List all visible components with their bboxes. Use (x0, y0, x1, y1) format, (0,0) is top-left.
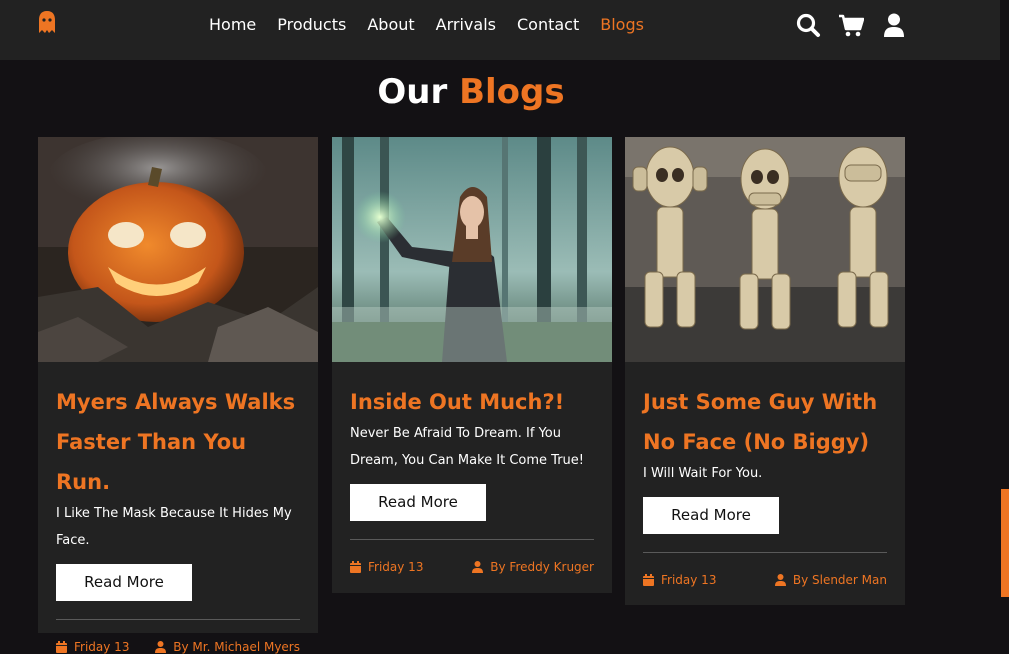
post-author: By Freddy Kruger (472, 560, 594, 574)
read-more-button[interactable]: Read More (56, 564, 192, 601)
main-nav: Home Products About Arrivals Contact Blo… (209, 15, 665, 35)
user-icon (155, 641, 167, 653)
nav-contact[interactable]: Contact (517, 15, 579, 35)
blog-card: Just Some Guy With No Face (No Biggy) I … (625, 137, 905, 605)
search-icon[interactable] (795, 12, 821, 38)
blog-card-meta: Friday 13 By Slender Man (643, 553, 887, 607)
nav-arrivals[interactable]: Arrivals (436, 15, 496, 35)
blog-card-excerpt: I Will Wait For You. (643, 466, 763, 481)
ghost-logo-icon[interactable] (37, 10, 57, 34)
site-header: Home Products About Arrivals Contact Blo… (0, 0, 1000, 60)
skeleton-figurines-image (625, 137, 905, 362)
user-icon[interactable] (881, 12, 907, 38)
blog-card-title[interactable]: Myers Always Walks Faster Than You Run. (56, 382, 300, 502)
jack-o-lantern-image (38, 137, 318, 362)
blog-card-image (332, 137, 612, 362)
blog-card-image (625, 137, 905, 362)
post-date-text: Friday 13 (661, 573, 717, 587)
nav-home[interactable]: Home (209, 15, 256, 35)
post-author-text[interactable]: By Mr. Michael Myers (173, 640, 300, 654)
post-date-text: Friday 13 (74, 640, 130, 654)
post-author-text[interactable]: By Freddy Kruger (490, 560, 594, 574)
blog-card-image (38, 137, 318, 362)
post-date-text: Friday 13 (368, 560, 424, 574)
blog-card: Inside Out Much?! Never Be Afraid To Dre… (332, 137, 612, 593)
post-date: Friday 13 (56, 640, 129, 654)
read-more-button[interactable]: Read More (643, 497, 779, 534)
blog-card-title[interactable]: Just Some Guy With No Face (No Biggy) (643, 382, 887, 462)
post-author: By Slender Man (774, 573, 887, 587)
post-author-text[interactable]: By Slender Man (793, 573, 887, 587)
nav-products[interactable]: Products (277, 15, 346, 35)
cart-icon[interactable] (838, 12, 864, 38)
read-more-button[interactable]: Read More (350, 484, 486, 521)
blog-card-meta: Friday 13 By Freddy Kruger (350, 540, 594, 594)
post-date: Friday 13 (350, 560, 423, 574)
header-actions (795, 12, 924, 38)
calendar-icon (350, 561, 361, 573)
blog-card-meta: Friday 13 By Mr. Michael Myers (56, 620, 300, 654)
blog-card-excerpt: Never Be Afraid To Dream. If You Dream, … (350, 426, 585, 468)
user-icon (472, 561, 484, 573)
user-icon (774, 574, 786, 586)
blogs-page: Home Products About Arrivals Contact Blo… (0, 0, 1009, 654)
page-heading: Our Blogs (0, 70, 942, 114)
heading-part-blogs: Blogs (459, 72, 565, 112)
calendar-icon (643, 574, 654, 586)
witch-in-forest-image (332, 137, 612, 362)
heading-part-our: Our (377, 72, 448, 112)
nav-about[interactable]: About (367, 15, 414, 35)
scrollbar-thumb[interactable] (1001, 489, 1009, 597)
nav-blogs[interactable]: Blogs (600, 15, 644, 35)
blog-card: Myers Always Walks Faster Than You Run. … (38, 137, 318, 654)
blog-card-excerpt: I Like The Mask Because It Hides My Face… (56, 506, 292, 548)
calendar-icon (56, 641, 67, 653)
blog-card-title[interactable]: Inside Out Much?! (350, 382, 594, 422)
post-date: Friday 13 (643, 573, 716, 587)
post-author: By Mr. Michael Myers (155, 640, 300, 654)
